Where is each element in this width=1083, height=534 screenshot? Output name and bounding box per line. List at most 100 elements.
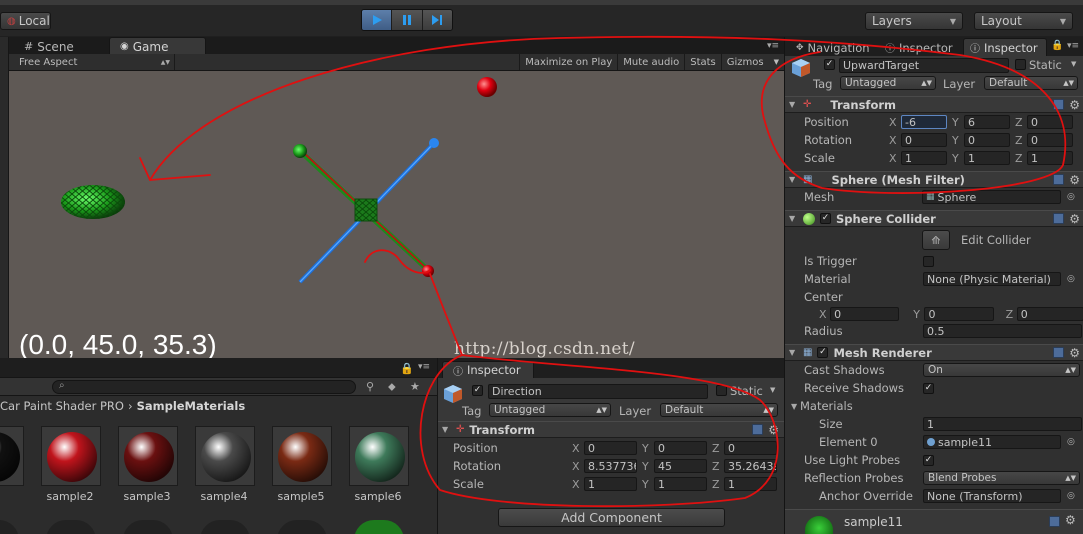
tab-inspector-2[interactable]: ⓘ Inspector — [963, 38, 1047, 56]
receive-shadows-checkbox[interactable]: ✓ — [923, 382, 934, 394]
element0-field[interactable]: sample11 — [923, 435, 1061, 449]
mesh-field[interactable]: ▦ Sphere — [922, 190, 1061, 204]
rotation-z-field[interactable]: 35.26439 — [724, 459, 777, 473]
object-picker-icon[interactable]: ◎ — [1067, 437, 1075, 447]
chevron-down-icon[interactable]: ▼ — [770, 386, 775, 394]
component-enabled-checkbox[interactable]: ✓ — [820, 213, 831, 224]
position-y-field[interactable]: 6 — [964, 115, 1010, 129]
asset-item[interactable]: sample3 — [112, 416, 182, 534]
materials-row[interactable]: ▼ Materials — [791, 397, 1081, 415]
mesh-renderer-header[interactable]: ▼ ▦ ✓ Mesh Renderer ⚙ — [785, 344, 1083, 361]
gear-icon[interactable]: ⚙ — [1065, 513, 1076, 527]
layer-dropdown[interactable]: Default ▲▼ — [660, 403, 778, 417]
reflection-probes-dropdown[interactable]: Blend Probes ▲▼ — [923, 471, 1080, 485]
rotation-x-field[interactable]: 0 — [901, 133, 947, 147]
material-footer[interactable]: sample11 ⚙ — [785, 509, 1083, 534]
gear-icon[interactable]: ⚙ — [1069, 346, 1080, 360]
transform-header[interactable]: ▼ ✛ Transform ⚙ — [785, 96, 1083, 113]
breadcrumb-parent[interactable]: Car Paint Shader PRO — [0, 399, 124, 413]
static-checkbox[interactable] — [716, 385, 727, 396]
edit-collider-button[interactable]: ⟰ — [922, 230, 950, 250]
gear-icon[interactable]: ⚙ — [768, 423, 779, 437]
rotation-x-field[interactable]: 8.537736 — [584, 459, 637, 473]
rotation-z-field[interactable]: 0 — [1027, 133, 1073, 147]
scale-z-field[interactable]: 1 — [724, 477, 777, 491]
gear-icon[interactable]: ⚙ — [1069, 98, 1080, 112]
asset-item[interactable]: sample6 — [343, 416, 413, 534]
is-trigger-checkbox[interactable] — [923, 255, 934, 267]
add-component-button[interactable]: Add Component — [498, 508, 725, 527]
tab-inspector[interactable]: ⓘ Inspector — [442, 361, 534, 378]
panel-menu-icon[interactable]: ▾≡ — [1067, 41, 1079, 51]
aspect-dropdown[interactable]: Free Aspect ▲▼ — [9, 54, 175, 70]
position-x-field[interactable]: 0 — [584, 441, 637, 455]
stats-toggle[interactable]: Stats — [684, 54, 721, 70]
maximize-on-play-toggle[interactable]: Maximize on Play — [519, 54, 617, 70]
position-y-field[interactable]: 0 — [654, 441, 707, 455]
asset-item[interactable]: sample2 — [35, 416, 105, 534]
asset-item[interactable]: sample5 — [266, 416, 336, 534]
play-button[interactable] — [362, 10, 393, 30]
center-y-field[interactable]: 0 — [924, 307, 994, 321]
tab-inspector-1[interactable]: ⓘ Inspector — [878, 38, 960, 56]
scale-x-field[interactable]: 1 — [584, 477, 637, 491]
size-field[interactable]: 1 — [923, 417, 1082, 431]
tag-dropdown[interactable]: Untagged ▲▼ — [840, 76, 936, 90]
star-icon[interactable]: ★ — [410, 380, 420, 393]
rotation-y-field[interactable]: 45 — [654, 459, 707, 473]
layout-dropdown[interactable]: Layout ▼ — [974, 12, 1073, 30]
scale-y-field[interactable]: 1 — [654, 477, 707, 491]
panel-menu-icon[interactable]: ▾≡ — [418, 362, 430, 372]
mute-audio-toggle[interactable]: Mute audio — [617, 54, 684, 70]
lock-icon[interactable]: 🔒 — [1051, 40, 1063, 51]
project-search-input[interactable]: ⌕ — [52, 380, 356, 394]
component-enabled-checkbox[interactable]: ✓ — [817, 347, 829, 358]
light-probes-checkbox[interactable]: ✓ — [923, 454, 934, 466]
tab-scene[interactable]: # Scene — [13, 37, 85, 55]
help-book-icon[interactable] — [1053, 213, 1065, 224]
pause-button[interactable] — [392, 10, 423, 30]
help-book-icon[interactable] — [1053, 174, 1065, 185]
object-name-field[interactable]: Direction — [488, 384, 708, 399]
game-viewport[interactable]: (0.0, 45.0, 35.3) http://blog.csdn.net/ — [9, 71, 784, 358]
gear-icon[interactable]: ⚙ — [1069, 212, 1080, 226]
help-book-icon[interactable] — [1053, 347, 1065, 358]
transform-header[interactable]: ▼ ✛ Transform ⚙ — [438, 421, 785, 438]
object-picker-icon[interactable]: ◎ — [1067, 192, 1075, 202]
gizmos-dropdown[interactable]: Gizmos — [720, 54, 769, 70]
help-book-icon[interactable] — [1049, 516, 1060, 527]
scale-y-field[interactable]: 1 — [964, 151, 1010, 165]
tab-navigation[interactable]: ✥ Navigation — [789, 38, 877, 56]
object-picker-icon[interactable]: ◎ — [1067, 491, 1075, 501]
asset-item[interactable]: 1 — [0, 416, 28, 534]
tag-dropdown[interactable]: Untagged ▲▼ — [489, 403, 611, 417]
position-z-field[interactable]: 0 — [1027, 115, 1073, 129]
position-x-field[interactable]: -6 — [901, 115, 947, 129]
physic-material-field[interactable]: None (Physic Material) — [923, 272, 1061, 286]
help-book-icon[interactable] — [1053, 99, 1065, 110]
step-button[interactable] — [422, 10, 452, 30]
layers-dropdown[interactable]: Layers ▼ — [865, 12, 963, 30]
rotation-y-field[interactable]: 0 — [964, 133, 1010, 147]
help-book-icon[interactable] — [752, 424, 764, 435]
position-z-field[interactable]: 0 — [724, 441, 777, 455]
sphere-collider-header[interactable]: ▼ ✓ Sphere Collider ⚙ — [785, 210, 1083, 227]
layer-dropdown[interactable]: Default ▲▼ — [984, 76, 1078, 90]
panel-menu-icon[interactable]: ▾≡ — [767, 41, 779, 51]
anchor-override-field[interactable]: None (Transform) — [923, 489, 1061, 503]
scale-z-field[interactable]: 1 — [1027, 151, 1073, 165]
chevron-down-icon[interactable]: ▼ — [1071, 60, 1076, 68]
mesh-filter-header[interactable]: ▼ ▦ Sphere (Mesh Filter) ⚙ — [785, 171, 1083, 188]
object-picker-icon[interactable]: ◎ — [1067, 274, 1075, 284]
radius-field[interactable]: 0.5 — [923, 324, 1082, 338]
static-checkbox[interactable] — [1015, 59, 1026, 70]
asset-item[interactable]: sample4 — [189, 416, 259, 534]
active-checkbox[interactable]: ✓ — [472, 385, 483, 396]
filter-type-icon[interactable]: ⚲ — [366, 380, 374, 393]
center-x-field[interactable]: 0 — [830, 307, 900, 321]
tab-game[interactable]: ◉ Game — [109, 37, 206, 55]
cast-shadows-dropdown[interactable]: On ▲▼ — [923, 363, 1080, 377]
scale-x-field[interactable]: 1 — [901, 151, 947, 165]
gear-icon[interactable]: ⚙ — [1069, 173, 1080, 187]
lock-icon[interactable]: 🔒 — [400, 362, 414, 375]
